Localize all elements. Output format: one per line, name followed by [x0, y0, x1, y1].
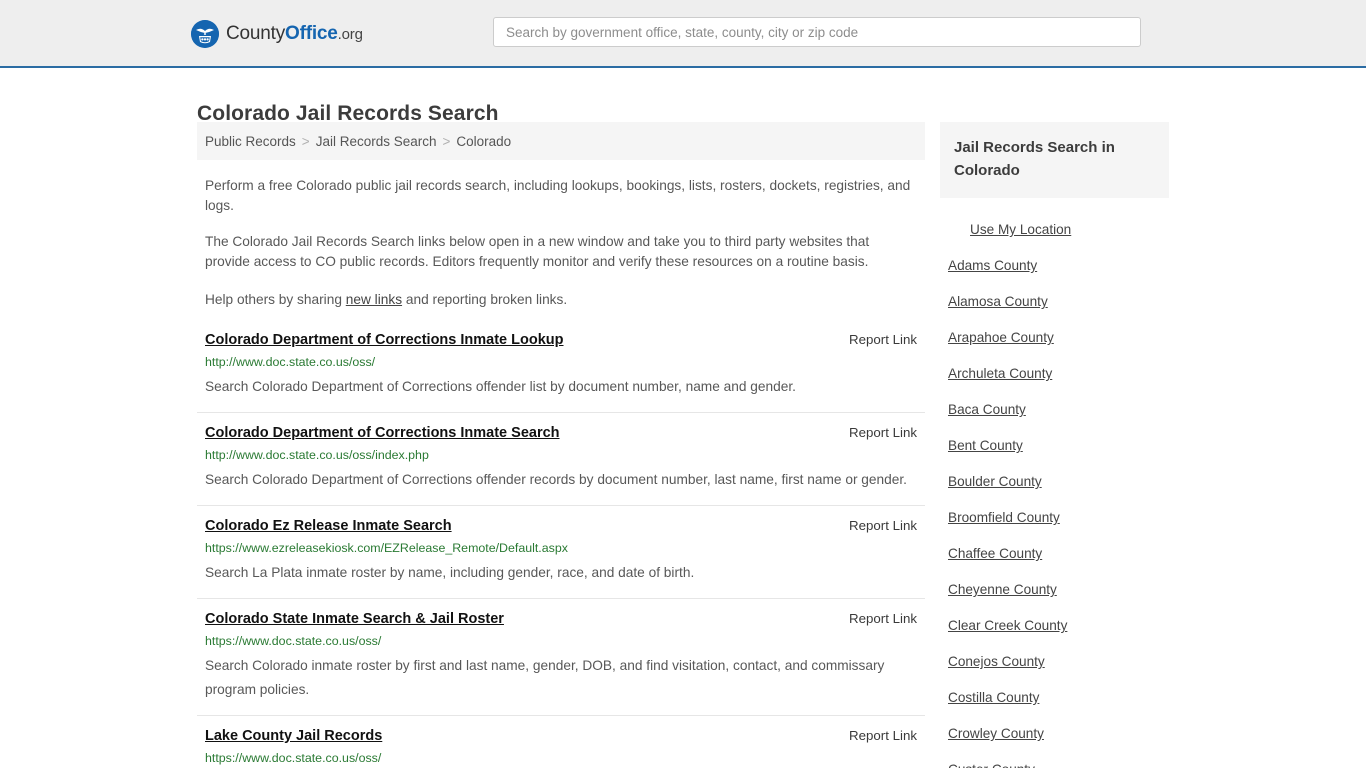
result-title-link[interactable]: Colorado Ez Release Inmate Search	[205, 518, 452, 534]
result-title-link[interactable]: Colorado Department of Corrections Inmat…	[205, 425, 560, 441]
result-header: Colorado State Inmate Search & Jail Rost…	[205, 611, 917, 627]
result-header: Lake County Jail Records Report Link	[205, 728, 917, 744]
site-logo-text: CountyOffice.org	[226, 23, 363, 45]
breadcrumb-item-jail-records-search[interactable]: Jail Records Search	[316, 134, 437, 149]
logo-text-office: Office	[285, 23, 338, 44]
county-link[interactable]: Bent County	[940, 428, 1169, 464]
intro-text: Perform a free Colorado public jail reco…	[197, 176, 925, 310]
intro-p3-suffix: and reporting broken links.	[402, 292, 568, 307]
result-item: Lake County Jail Records Report Link htt…	[197, 728, 925, 768]
county-list: Use My Location Adams County Alamosa Cou…	[940, 198, 1169, 768]
sidebar-item-county[interactable]: Cheyenne County	[940, 572, 1169, 608]
sidebar-item-use-my-location[interactable]: Use My Location	[940, 212, 1169, 248]
sidebar-heading: Jail Records Search in Colorado	[940, 122, 1169, 198]
county-link[interactable]: Alamosa County	[940, 284, 1169, 320]
county-link[interactable]: Clear Creek County	[940, 608, 1169, 644]
county-link[interactable]: Boulder County	[940, 464, 1169, 500]
county-link[interactable]: Archuleta County	[940, 356, 1169, 392]
intro-paragraph-2: The Colorado Jail Records Search links b…	[205, 234, 870, 269]
eagle-shield-logo-icon	[191, 20, 219, 48]
result-title-link[interactable]: Lake County Jail Records	[205, 728, 382, 744]
result-item: Colorado Department of Corrections Inmat…	[197, 332, 925, 413]
county-link[interactable]: Costilla County	[940, 680, 1169, 716]
result-item: Colorado State Inmate Search & Jail Rost…	[197, 611, 925, 716]
intro-p3-prefix: Help others by sharing	[205, 292, 346, 307]
report-link-button[interactable]: Report Link	[849, 518, 917, 533]
result-url: https://www.ezreleasekiosk.com/EZRelease…	[205, 541, 568, 555]
result-url: https://www.doc.state.co.us/oss/	[205, 634, 382, 648]
sidebar-item-county[interactable]: Bent County	[940, 428, 1169, 464]
result-header: Colorado Department of Corrections Inmat…	[205, 425, 917, 441]
sidebar-item-county[interactable]: Costilla County	[940, 680, 1169, 716]
global-search-box[interactable]	[493, 17, 1141, 47]
sidebar-item-county[interactable]: Arapahoe County	[940, 320, 1169, 356]
county-link[interactable]: Cheyenne County	[940, 572, 1169, 608]
logo-text-county: County	[226, 23, 286, 44]
intro-paragraph-1: Perform a free Colorado public jail reco…	[205, 178, 911, 213]
county-link[interactable]: Baca County	[940, 392, 1169, 428]
sidebar-item-county[interactable]: Chaffee County	[940, 536, 1169, 572]
report-link-button[interactable]: Report Link	[849, 611, 917, 626]
sidebar-item-county[interactable]: Broomfield County	[940, 500, 1169, 536]
sidebar-item-county[interactable]: Adams County	[940, 248, 1169, 284]
logo-text-tld: .org	[337, 26, 363, 43]
main-content-column: Public Records > Jail Records Search > C…	[197, 122, 925, 768]
county-link[interactable]: Adams County	[940, 248, 1169, 284]
use-my-location-link[interactable]: Use My Location	[940, 212, 1169, 248]
site-logo[interactable]: CountyOffice.org	[191, 20, 363, 48]
results-list: Colorado Department of Corrections Inmat…	[197, 332, 925, 768]
report-link-button[interactable]: Report Link	[849, 332, 917, 347]
sidebar-item-county[interactable]: Boulder County	[940, 464, 1169, 500]
breadcrumb: Public Records > Jail Records Search > C…	[197, 122, 925, 160]
report-link-button[interactable]: Report Link	[849, 425, 917, 440]
report-link-button[interactable]: Report Link	[849, 728, 917, 743]
result-description: Search La Plata inmate roster by name, i…	[205, 565, 695, 580]
county-link[interactable]: Broomfield County	[940, 500, 1169, 536]
sidebar-item-county[interactable]: Clear Creek County	[940, 608, 1169, 644]
sidebar-item-county[interactable]: Baca County	[940, 392, 1169, 428]
breadcrumb-separator-icon: >	[442, 133, 451, 149]
site-header: CountyOffice.org	[0, 0, 1366, 68]
sidebar-item-county[interactable]: Crowley County	[940, 716, 1169, 752]
sidebar-item-county[interactable]: Alamosa County	[940, 284, 1169, 320]
county-link[interactable]: Conejos County	[940, 644, 1169, 680]
sidebar-item-county[interactable]: Custer County	[940, 752, 1169, 768]
new-links-link[interactable]: new links	[346, 292, 402, 307]
county-link[interactable]: Chaffee County	[940, 536, 1169, 572]
result-url: http://www.doc.state.co.us/oss/	[205, 355, 376, 369]
sidebar-item-county[interactable]: Conejos County	[940, 644, 1169, 680]
sidebar-item-county[interactable]: Archuleta County	[940, 356, 1169, 392]
result-description: Search Colorado inmate roster by first a…	[205, 658, 885, 697]
sidebar: Jail Records Search in Colorado Use My L…	[940, 122, 1169, 768]
result-description: Search Colorado Department of Correction…	[205, 472, 907, 487]
result-url: http://www.doc.state.co.us/oss/index.php	[205, 448, 429, 462]
result-item: Colorado Ez Release Inmate Search Report…	[197, 518, 925, 599]
result-description: Search Colorado Department of Correction…	[205, 379, 796, 394]
breadcrumb-item-colorado: Colorado	[456, 133, 512, 149]
result-item: Colorado Department of Corrections Inmat…	[197, 425, 925, 506]
breadcrumb-separator-icon: >	[301, 133, 310, 149]
breadcrumb-item-public-records[interactable]: Public Records	[205, 134, 296, 149]
search-input[interactable]	[504, 23, 1130, 41]
county-link[interactable]: Crowley County	[940, 716, 1169, 752]
result-title-link[interactable]: Colorado State Inmate Search & Jail Rost…	[205, 611, 504, 627]
result-header: Colorado Ez Release Inmate Search Report…	[205, 518, 917, 534]
county-link[interactable]: Arapahoe County	[940, 320, 1169, 356]
intro-paragraph-3: Help others by sharing new links and rep…	[205, 290, 917, 310]
result-url: https://www.doc.state.co.us/oss/	[205, 751, 382, 765]
result-header: Colorado Department of Corrections Inmat…	[205, 332, 917, 348]
result-title-link[interactable]: Colorado Department of Corrections Inmat…	[205, 332, 564, 348]
county-link[interactable]: Custer County	[940, 752, 1169, 768]
